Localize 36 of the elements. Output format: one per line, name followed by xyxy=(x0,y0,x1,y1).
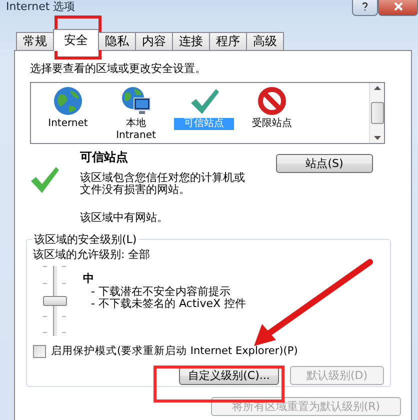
zone-item[interactable]: 受限站点 xyxy=(242,118,302,130)
scroll-up-icon xyxy=(374,86,380,90)
highlight-frame xyxy=(54,16,102,60)
tab[interactable]: 隐私 xyxy=(98,32,136,50)
tab[interactable]: 程序 xyxy=(209,32,247,50)
level-name: 中 xyxy=(83,271,95,286)
scroll-down-icon xyxy=(374,136,380,140)
prohibited-icon xyxy=(257,86,287,116)
help-button[interactable] xyxy=(352,0,378,16)
level-description: - 不下载未签名的 ActiveX 控件 xyxy=(91,298,246,310)
globe-icon xyxy=(53,86,83,116)
zone-description: 该区域包含您信任对您的计算机或文件没有损害的网站。 xyxy=(80,172,246,196)
window-title: Internet 选项 xyxy=(6,0,76,13)
sites-button[interactable]: 站点(S) xyxy=(276,154,373,173)
tab[interactable]: 高级 xyxy=(246,32,284,50)
close-button[interactable] xyxy=(378,0,418,16)
zone-title: 可信站点 xyxy=(80,149,129,166)
zone-item[interactable]: 本地 Intranet xyxy=(106,118,166,142)
checkbox-label: 启用保护模式(要求重新启动 Internet Explorer)(P) xyxy=(51,344,298,358)
tab[interactable]: 连接 xyxy=(172,32,210,50)
tab[interactable]: 安全 xyxy=(53,29,99,51)
globe-monitor-icon xyxy=(120,86,152,116)
checkbox[interactable] xyxy=(33,344,46,358)
zone-prompt: 选择要查看的区域或更改安全设置。 xyxy=(30,61,207,76)
check-icon xyxy=(30,166,60,194)
group-title: 该区域的安全级别(L) xyxy=(33,232,138,247)
close-icon xyxy=(394,2,402,10)
tab[interactable]: 内容 xyxy=(135,32,173,50)
slider-thumb[interactable] xyxy=(43,296,67,306)
tab[interactable]: 常规 xyxy=(16,32,54,50)
scrollbar[interactable] xyxy=(369,83,384,143)
zone-item[interactable]: Internet xyxy=(38,118,98,130)
level-description: - 下载潜在不安全内容前提示 xyxy=(91,286,232,298)
allowed-level: 该区域的允许级别: 全部 xyxy=(33,247,152,262)
help-icon xyxy=(362,2,368,10)
zone-status: 该区域中有网站。 xyxy=(80,210,169,225)
